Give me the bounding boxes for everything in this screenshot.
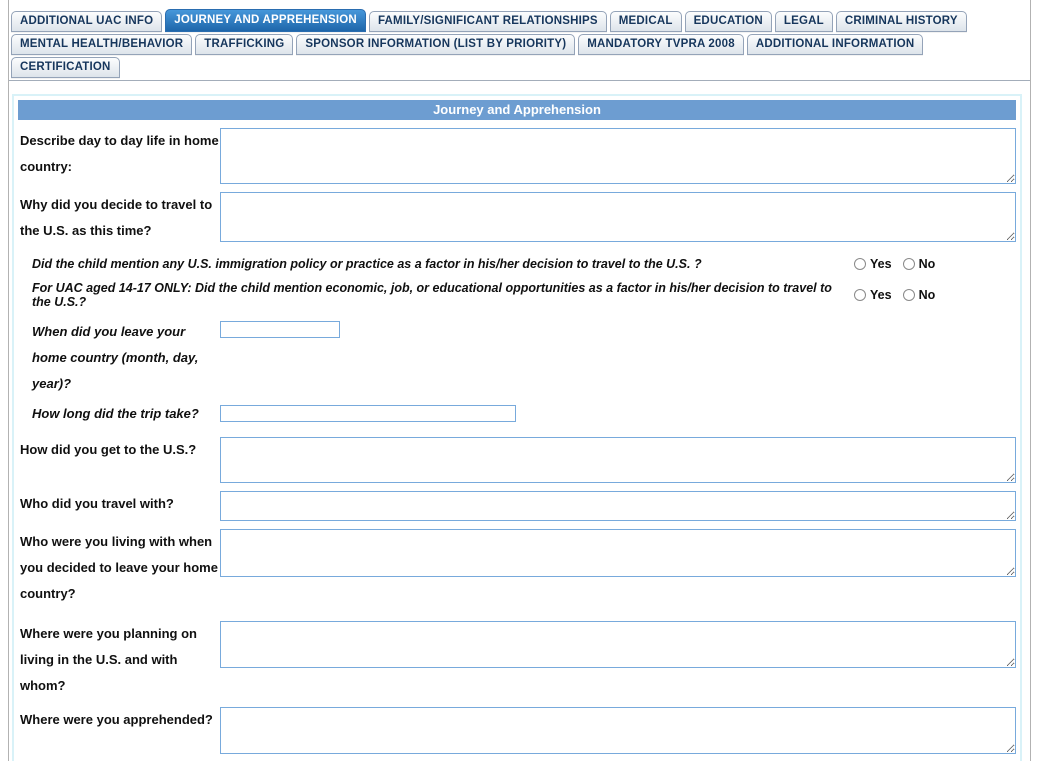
tab-row-2: MENTAL HEALTH/BEHAVIOR TRAFFICKING SPONS… [11, 34, 1030, 55]
no-radio-label: No [918, 257, 936, 271]
tab-criminal-history[interactable]: CRIMINAL HISTORY [835, 11, 967, 32]
tab-row-3: CERTIFICATION [11, 57, 1030, 78]
tab-medical[interactable]: MEDICAL [609, 11, 682, 32]
immigration-policy-radio-group: Yes No [854, 257, 942, 271]
yes-radio-label: Yes [870, 257, 892, 271]
form-row-travel-with: Who did you travel with? [18, 491, 1016, 521]
tab-mental-health-behavior[interactable]: MENTAL HEALTH/BEHAVIOR [11, 34, 193, 55]
form-row-uac-14-17: For UAC aged 14-17 ONLY: Did the child m… [18, 281, 1016, 309]
uac-14-17-radio-group: Yes No [854, 288, 942, 302]
form-row-why-travel: Why did you decide to travel to the U.S.… [18, 192, 1016, 244]
tab-row-1: ADDITIONAL UAC INFO JOURNEY AND APPREHEN… [11, 9, 1030, 32]
tab-education[interactable]: EDUCATION [684, 11, 772, 32]
why-travel-label: Why did you decide to travel to the U.S.… [20, 197, 213, 238]
form-row-apprehended: Where were you apprehended? [18, 707, 1016, 754]
uac-14-17-yes-radio[interactable] [854, 289, 866, 301]
tab-additional-information[interactable]: ADDITIONAL INFORMATION [746, 34, 924, 55]
day-to-day-textarea[interactable] [220, 128, 1016, 184]
travel-with-textarea[interactable] [220, 491, 1016, 521]
no-radio-label: No [918, 288, 936, 302]
page-frame: ADDITIONAL UAC INFO JOURNEY AND APPREHEN… [8, 0, 1031, 761]
living-with-textarea[interactable] [220, 529, 1016, 577]
uac-14-17-no-radio[interactable] [902, 289, 915, 301]
when-leave-label: When did you leave your home country (mo… [32, 324, 199, 391]
immigration-policy-yes-radio[interactable] [854, 258, 866, 270]
tab-family-significant-relationships[interactable]: FAMILY/SIGNIFICANT RELATIONSHIPS [368, 11, 607, 32]
form-row-when-leave: When did you leave your home country (mo… [18, 319, 1016, 397]
tab-trafficking[interactable]: TRAFFICKING [195, 34, 294, 55]
tab-certification[interactable]: CERTIFICATION [11, 57, 120, 78]
tab-legal[interactable]: LEGAL [774, 11, 833, 32]
trip-length-label: How long did the trip take? [32, 406, 199, 421]
form-row-immigration-policy: Did the child mention any U.S. immigrati… [18, 257, 1016, 271]
form-row-how-get: How did you get to the U.S.? [18, 437, 1016, 483]
how-get-textarea[interactable] [220, 437, 1016, 483]
immigration-policy-question: Did the child mention any U.S. immigrati… [32, 257, 702, 271]
apprehended-textarea[interactable] [220, 707, 1016, 754]
tab-additional-uac-info[interactable]: ADDITIONAL UAC INFO [11, 11, 163, 32]
form-row-trip-length: How long did the trip take? [18, 401, 1016, 427]
when-leave-input[interactable] [220, 321, 340, 338]
planning-living-textarea[interactable] [220, 621, 1016, 668]
yes-radio-label: Yes [870, 288, 892, 302]
tab-sponsor-information[interactable]: SPONSOR INFORMATION (LIST BY PRIORITY) [296, 34, 576, 55]
how-get-label: How did you get to the U.S.? [20, 442, 197, 457]
trip-length-input[interactable] [220, 405, 516, 422]
uac-14-17-question: For UAC aged 14-17 ONLY: Did the child m… [32, 281, 832, 309]
tab-bar: ADDITIONAL UAC INFO JOURNEY AND APPREHEN… [9, 0, 1030, 81]
immigration-policy-no-radio[interactable] [902, 258, 915, 270]
journey-apprehension-panel: Journey and Apprehension Describe day to… [12, 94, 1022, 761]
tab-journey-and-apprehension[interactable]: JOURNEY AND APPREHENSION [165, 9, 366, 32]
planning-living-label: Where were you planning on living in the… [20, 626, 197, 693]
day-to-day-label: Describe day to day life in home country… [20, 133, 219, 174]
living-with-label: Who were you living with when you decide… [20, 534, 218, 601]
travel-with-label: Who did you travel with? [20, 496, 174, 511]
why-travel-textarea[interactable] [220, 192, 1016, 242]
tab-mandatory-tvpra-2008[interactable]: MANDATORY TVPRA 2008 [578, 34, 744, 55]
panel-title: Journey and Apprehension [18, 100, 1016, 120]
form-row-living-with: Who were you living with when you decide… [18, 529, 1016, 607]
form-row-planning-living: Where were you planning on living in the… [18, 621, 1016, 699]
form-row-day-to-day: Describe day to day life in home country… [18, 128, 1016, 184]
apprehended-label: Where were you apprehended? [20, 712, 213, 727]
